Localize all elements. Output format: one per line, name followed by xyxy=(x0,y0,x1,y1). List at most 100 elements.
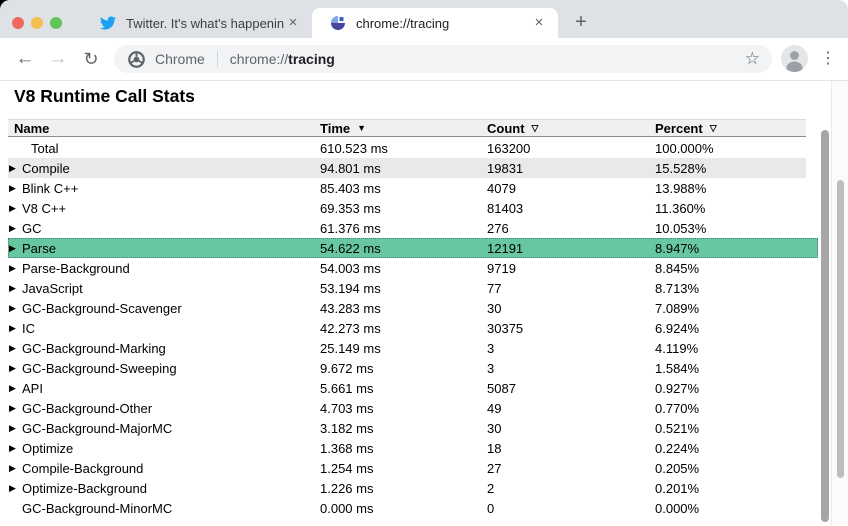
row-name: Total xyxy=(31,141,58,156)
traffic-light-close-button[interactable] xyxy=(12,17,24,29)
row-name-cell: ▶GC-Background-MajorMC xyxy=(8,421,320,436)
row-name: GC-Background-MinorMC xyxy=(22,501,172,516)
row-percent: 4.119% xyxy=(655,341,806,356)
forward-button[interactable]: → xyxy=(45,46,71,72)
row-percent: 0.205% xyxy=(655,461,806,476)
column-header-name[interactable]: Name xyxy=(8,121,320,136)
table-row[interactable]: ▶Blink C++85.403 ms407913.988% xyxy=(8,178,806,198)
expand-triangle-icon[interactable]: ▶ xyxy=(8,223,22,234)
row-time: 9.672 ms xyxy=(320,361,487,376)
table-scrollbar-thumb[interactable] xyxy=(821,130,829,522)
expand-triangle-icon[interactable]: ▶ xyxy=(8,203,22,214)
row-time: 1.254 ms xyxy=(320,461,487,476)
tab-close-icon[interactable]: × xyxy=(530,14,548,32)
table-row[interactable]: ▶GC-Background-Scavenger43.283 ms307.089… xyxy=(8,298,806,318)
row-percent: 15.528% xyxy=(655,161,806,176)
row-name: Blink C++ xyxy=(22,181,78,196)
expand-triangle-icon[interactable]: ▶ xyxy=(8,483,22,494)
row-time: 69.353 ms xyxy=(320,201,487,216)
expand-triangle-icon[interactable]: ▶ xyxy=(8,443,22,454)
row-percent: 7.089% xyxy=(655,301,806,316)
table-row[interactable]: ▶API5.661 ms50870.927% xyxy=(8,378,806,398)
table-row[interactable]: ▶V8 C++69.353 ms8140311.360% xyxy=(8,198,806,218)
row-name: GC-Background-Marking xyxy=(22,341,166,356)
expand-triangle-icon[interactable]: ▶ xyxy=(8,423,22,434)
row-count: 12191 xyxy=(487,241,655,256)
table-row[interactable]: ▶JavaScript53.194 ms778.713% xyxy=(8,278,806,298)
row-count: 30 xyxy=(487,301,655,316)
table-row[interactable]: ▶GC61.376 ms27610.053% xyxy=(8,218,806,238)
column-header-count[interactable]: Count ▽ xyxy=(487,121,655,136)
row-count: 163200 xyxy=(487,141,655,156)
expand-triangle-icon[interactable]: ▶ xyxy=(8,303,22,314)
expand-triangle-icon[interactable]: ▶ xyxy=(8,323,22,334)
tab-tracing[interactable]: chrome://tracing × xyxy=(312,8,558,38)
row-time: 25.149 ms xyxy=(320,341,487,356)
expand-triangle-icon[interactable]: ▶ xyxy=(8,363,22,374)
expand-triangle-icon[interactable]: ▶ xyxy=(8,243,22,254)
browser-window: Twitter. It's what's happening. × chrome… xyxy=(0,0,848,526)
table-row[interactable]: ▶Parse-Background54.003 ms97198.845% xyxy=(8,258,806,278)
table-row[interactable]: ▶Optimize-Background1.226 ms20.201% xyxy=(8,478,806,498)
tab-twitter[interactable]: Twitter. It's what's happening. × xyxy=(84,8,310,38)
twitter-bird-icon xyxy=(100,15,116,31)
expand-triangle-icon[interactable]: ▶ xyxy=(8,263,22,274)
expand-triangle-icon[interactable]: ▶ xyxy=(8,183,22,194)
table-row[interactable]: ▶GC-Background-Other4.703 ms490.770% xyxy=(8,398,806,418)
browser-menu-button[interactable]: ⋮ xyxy=(818,46,838,72)
profile-avatar[interactable] xyxy=(781,45,808,72)
row-name: GC-Background-MajorMC xyxy=(22,421,172,436)
row-percent: 10.053% xyxy=(655,221,806,236)
expand-triangle-icon[interactable]: ▶ xyxy=(8,403,22,414)
row-name: Optimize-Background xyxy=(22,481,147,496)
row-name-cell: ▶Blink C++ xyxy=(8,181,320,196)
table-row[interactable]: GC-Background-MinorMC0.000 ms00.000% xyxy=(8,498,806,518)
row-percent: 13.988% xyxy=(655,181,806,196)
page-scrollbar-track[interactable] xyxy=(831,81,848,526)
table-header: Name Time ▼ Count ▽ Percent ▽ xyxy=(8,119,806,137)
page-title: V8 Runtime Call Stats xyxy=(14,86,195,107)
row-time: 42.273 ms xyxy=(320,321,487,336)
row-name-cell: ▶GC-Background-Marking xyxy=(8,341,320,356)
traffic-light-minimize-button[interactable] xyxy=(31,17,43,29)
table-row[interactable]: ▶IC42.273 ms303756.924% xyxy=(8,318,806,338)
traffic-light-zoom-button[interactable] xyxy=(50,17,62,29)
expand-triangle-icon[interactable]: ▶ xyxy=(8,163,22,174)
table-row[interactable]: ▶Compile94.801 ms1983115.528% xyxy=(8,158,806,178)
expand-triangle-icon[interactable]: ▶ xyxy=(8,463,22,474)
table-row[interactable]: ▶GC-Background-MajorMC3.182 ms300.521% xyxy=(8,418,806,438)
back-button[interactable]: ← xyxy=(12,46,38,72)
url-host: tracing xyxy=(288,51,335,67)
row-name-cell: ▶GC xyxy=(8,221,320,236)
expand-triangle-icon[interactable]: ▶ xyxy=(8,343,22,354)
table-row[interactable]: ▶Parse54.622 ms121918.947% xyxy=(8,238,818,258)
row-name: IC xyxy=(22,321,35,336)
page-scrollbar-thumb[interactable] xyxy=(837,180,844,478)
table-row[interactable]: ▶Compile-Background1.254 ms270.205% xyxy=(8,458,806,478)
address-bar[interactable]: Chrome chrome://tracing ☆ xyxy=(114,45,772,73)
row-name-cell: Total xyxy=(8,141,320,156)
row-percent: 11.360% xyxy=(655,201,806,216)
table-row[interactable]: ▶Optimize1.368 ms180.224% xyxy=(8,438,806,458)
expand-triangle-icon[interactable]: ▶ xyxy=(8,283,22,294)
row-percent: 0.770% xyxy=(655,401,806,416)
table-row[interactable]: Total610.523 ms163200100.000% xyxy=(8,138,806,158)
row-percent: 8.947% xyxy=(655,241,818,256)
row-count: 30 xyxy=(487,421,655,436)
expand-triangle-icon[interactable]: ▶ xyxy=(8,383,22,394)
row-time: 1.368 ms xyxy=(320,441,487,456)
bookmark-star-icon[interactable]: ☆ xyxy=(743,49,762,69)
tab-close-icon[interactable]: × xyxy=(284,14,302,32)
new-tab-button[interactable]: + xyxy=(568,10,594,36)
column-header-time[interactable]: Time ▼ xyxy=(320,121,487,136)
row-name-cell: ▶GC-Background-Sweeping xyxy=(8,361,320,376)
row-percent: 100.000% xyxy=(655,141,806,156)
row-count: 77 xyxy=(487,281,655,296)
reload-button[interactable]: ↻ xyxy=(78,46,104,72)
row-name: JavaScript xyxy=(22,281,83,296)
column-header-percent[interactable]: Percent ▽ xyxy=(655,121,806,136)
table-row[interactable]: ▶GC-Background-Marking25.149 ms34.119% xyxy=(8,338,806,358)
table-row[interactable]: ▶GC-Background-Sweeping9.672 ms31.584% xyxy=(8,358,806,378)
row-count: 9719 xyxy=(487,261,655,276)
row-name: API xyxy=(22,381,43,396)
